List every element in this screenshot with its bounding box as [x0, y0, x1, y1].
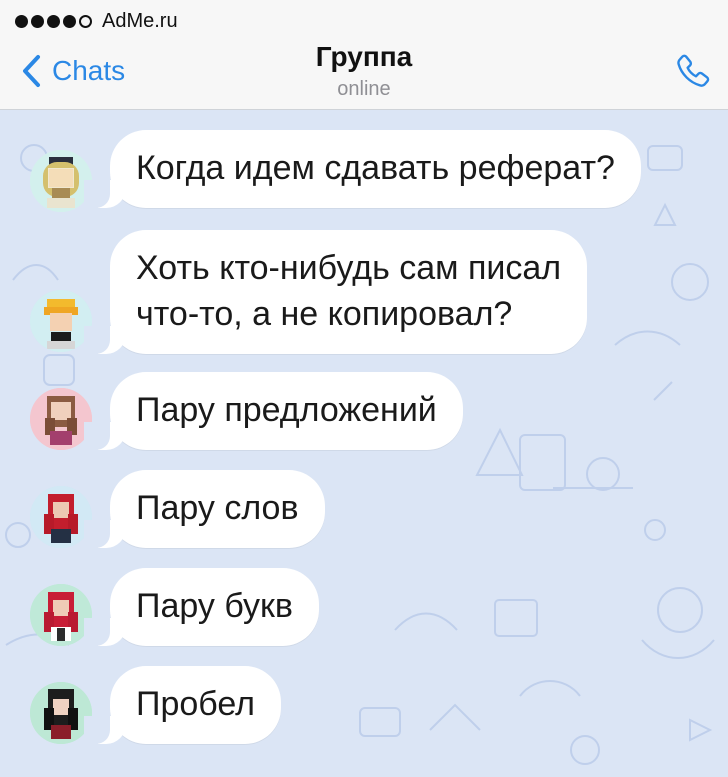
- signal-dot: [63, 15, 76, 28]
- message-text: Пару букв: [136, 587, 293, 625]
- signal-dot: [47, 15, 60, 28]
- message-bubble[interactable]: Пару букв: [84, 568, 319, 646]
- chat-status: online: [337, 78, 391, 100]
- signal-dot: [15, 15, 28, 28]
- message-text: Когда идем сдавать реферат?: [136, 149, 615, 187]
- chat-screen: AdMe.ru Chats Группа online Когда идем с…: [0, 0, 728, 777]
- signal-strength-indicator: [15, 15, 92, 28]
- message-bubble[interactable]: Пару слов: [84, 470, 325, 548]
- message-text: Пару слов: [136, 489, 299, 527]
- carrier-label: AdMe.ru: [102, 10, 178, 32]
- message-list[interactable]: Когда идем сдавать реферат? Хоть кто-ниб…: [0, 110, 728, 777]
- chat-header: Группа online: [0, 40, 728, 102]
- gold-helmet-avatar: [30, 150, 92, 212]
- phone-icon: [677, 54, 710, 87]
- blonde-avatar: [30, 290, 92, 352]
- signal-dot: [31, 15, 44, 28]
- message-bubble[interactable]: Пару предложений: [84, 372, 463, 450]
- message-line: Хоть кто-нибудь сам писал: [136, 249, 562, 287]
- red-hair-avatar: [30, 486, 92, 548]
- message-text: Пробел: [136, 685, 255, 723]
- brunette-avatar: [30, 388, 92, 450]
- chat-title: Группа: [315, 41, 413, 72]
- dark-hair-avatar: [30, 682, 92, 744]
- call-button[interactable]: [672, 50, 714, 92]
- message-bubble[interactable]: Пробел: [84, 666, 281, 744]
- message-bubble[interactable]: Хоть кто-нибудь сам писал что-то, а не к…: [83, 230, 588, 354]
- signal-dot-empty: [79, 15, 92, 28]
- message-line: что-то, а не копировал?: [136, 295, 513, 333]
- message-text: Пару предложений: [136, 391, 437, 429]
- message-bubble[interactable]: Когда идем сдавать реферат?: [84, 130, 641, 208]
- navigation-bar: AdMe.ru Chats Группа online: [0, 0, 728, 110]
- red-hair-avatar-2: [30, 584, 92, 646]
